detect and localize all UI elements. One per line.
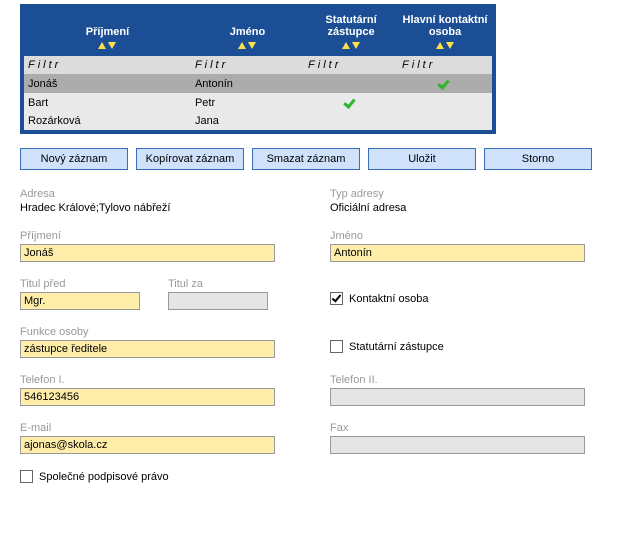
cell-statutarni	[304, 112, 398, 130]
prijmeni-label: Příjmení	[20, 230, 290, 242]
check-icon	[438, 76, 452, 88]
adresa-value: Hradec Králové;Tylovo nábřeží	[20, 202, 290, 214]
jmeno-field[interactable]	[330, 244, 585, 262]
tel1-field[interactable]	[20, 388, 275, 406]
fax-label: Fax	[330, 422, 600, 434]
statutarni-checkbox[interactable]	[330, 340, 343, 353]
funkce-label: Funkce osoby	[20, 326, 290, 338]
copy-record-button[interactable]: Kopírovat záznam	[136, 148, 244, 170]
funkce-field[interactable]	[20, 340, 275, 358]
cell-kontaktni	[398, 74, 492, 93]
check-icon	[344, 95, 358, 107]
titul-pred-label: Titul před	[20, 278, 150, 290]
sort-desc-icon[interactable]	[446, 42, 454, 49]
cell-statutarni	[304, 74, 398, 93]
delete-record-button[interactable]: Smazat záznam	[252, 148, 360, 170]
prijmeni-field[interactable]	[20, 244, 275, 262]
sort-desc-icon[interactable]	[352, 42, 360, 49]
kontaktni-osoba-label: Kontaktní osoba	[349, 293, 429, 305]
sort-desc-icon[interactable]	[248, 42, 256, 49]
th-prijmeni[interactable]: Příjmení	[24, 8, 191, 56]
sort-icons[interactable]	[98, 40, 116, 52]
th-kontaktni[interactable]: Hlavní kontaktní osoba	[398, 8, 492, 56]
titul-za-field[interactable]	[168, 292, 268, 310]
sort-desc-icon[interactable]	[108, 42, 116, 49]
table-header-row: Příjmení Jméno Statutární zástupce	[24, 8, 492, 56]
typ-adresy-value: Oficiální adresa	[330, 202, 600, 214]
table-row[interactable]: BartPetr	[24, 93, 492, 112]
person-table: Příjmení Jméno Statutární zástupce	[20, 4, 496, 134]
cell-prijmeni: Jonáš	[24, 74, 191, 93]
th-label: Hlavní kontaktní osoba	[403, 14, 488, 38]
cell-statutarni	[304, 93, 398, 112]
typ-adresy-label: Typ adresy	[330, 188, 600, 200]
detail-form: Adresa Hradec Králové;Tylovo nábřeží Typ…	[20, 188, 600, 483]
tel2-label: Telefon II.	[330, 374, 600, 386]
filter-row: Filtr Filtr Filtr Filtr	[24, 56, 492, 74]
filter-cell[interactable]: Filtr	[24, 56, 191, 74]
cell-kontaktni	[398, 93, 492, 112]
cancel-button[interactable]: Storno	[484, 148, 592, 170]
statutarni-label: Statutární zástupce	[349, 341, 444, 353]
th-statutarni[interactable]: Statutární zástupce	[304, 8, 398, 56]
th-jmeno[interactable]: Jméno	[191, 8, 304, 56]
cell-jmeno: Jana	[191, 112, 304, 130]
table-row[interactable]: JonášAntonín	[24, 74, 492, 93]
kontaktni-osoba-checkbox[interactable]	[330, 292, 343, 305]
sort-asc-icon[interactable]	[238, 42, 246, 49]
email-field[interactable]	[20, 436, 275, 454]
cell-kontaktni	[398, 112, 492, 130]
cell-jmeno: Antonín	[191, 74, 304, 93]
sort-icons[interactable]	[436, 40, 454, 52]
th-label: Jméno	[230, 26, 265, 38]
new-record-button[interactable]: Nový záznam	[20, 148, 128, 170]
table-row[interactable]: RozárkováJana	[24, 112, 492, 130]
titul-pred-field[interactable]	[20, 292, 140, 310]
titul-za-label: Titul za	[168, 278, 268, 290]
action-buttons: Nový záznam Kopírovat záznam Smazat zázn…	[20, 148, 602, 170]
cell-prijmeni: Rozárková	[24, 112, 191, 130]
email-label: E-mail	[20, 422, 290, 434]
th-label: Příjmení	[86, 26, 129, 38]
filter-cell[interactable]: Filtr	[398, 56, 492, 74]
sort-asc-icon[interactable]	[436, 42, 444, 49]
th-label: Statutární zástupce	[325, 14, 376, 38]
tel2-field[interactable]	[330, 388, 585, 406]
sort-icons[interactable]	[238, 40, 256, 52]
spolecne-label: Společné podpisové právo	[39, 471, 169, 483]
sort-asc-icon[interactable]	[342, 42, 350, 49]
cell-jmeno: Petr	[191, 93, 304, 112]
filter-cell[interactable]: Filtr	[304, 56, 398, 74]
save-button[interactable]: Uložit	[368, 148, 476, 170]
jmeno-label: Jméno	[330, 230, 600, 242]
spolecne-checkbox[interactable]	[20, 470, 33, 483]
fax-field[interactable]	[330, 436, 585, 454]
tel1-label: Telefon I.	[20, 374, 290, 386]
adresa-label: Adresa	[20, 188, 290, 200]
sort-asc-icon[interactable]	[98, 42, 106, 49]
sort-icons[interactable]	[342, 40, 360, 52]
cell-prijmeni: Bart	[24, 93, 191, 112]
filter-cell[interactable]: Filtr	[191, 56, 304, 74]
